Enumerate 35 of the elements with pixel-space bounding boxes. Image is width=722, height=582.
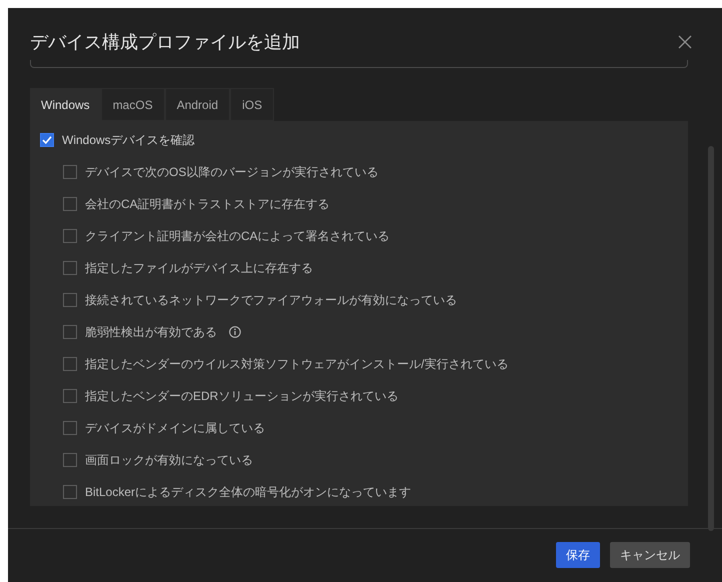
checkbox-label: 脆弱性検出が有効である: [85, 324, 217, 341]
checkbox-label: デバイスで次のOS以降のバージョンが実行されている: [85, 164, 378, 181]
checkbox-label: 画面ロックが有効になっている: [85, 452, 253, 469]
dialog-title: デバイス構成プロファイルを追加: [30, 30, 300, 54]
save-button[interactable]: 保存: [556, 542, 600, 568]
checkbox[interactable]: [63, 165, 77, 179]
input-field[interactable]: [30, 60, 688, 68]
checkbox[interactable]: [40, 133, 54, 147]
info-icon[interactable]: [229, 326, 241, 338]
checkbox-label: Windowsデバイスを確認: [62, 132, 195, 149]
tab[interactable]: macOS: [100, 88, 165, 121]
tab[interactable]: Android: [164, 88, 230, 121]
checkbox-label: 指定したベンダーのウイルス対策ソフトウェアがインストール/実行されている: [85, 356, 508, 373]
checkbox-label: 接続されているネットワークでファイアウォールが有効になっている: [85, 292, 457, 309]
scrollbar[interactable]: [708, 146, 714, 531]
checkbox-label: 会社のCA証明書がトラストストアに存在する: [85, 196, 330, 213]
checkbox-label: デバイスがドメインに属している: [85, 420, 265, 437]
checkbox-label: BitLockerによるディスク全体の暗号化がオンになっています: [85, 484, 412, 501]
checkbox[interactable]: [63, 229, 77, 243]
checkbox[interactable]: [63, 389, 77, 403]
checkbox[interactable]: [63, 197, 77, 211]
checkbox-label: 指定したファイルがデバイス上に存在する: [85, 260, 313, 277]
checkbox[interactable]: [63, 453, 77, 467]
checkbox-label: 指定したベンダーのEDRソリューションが実行されている: [85, 388, 398, 405]
cancel-button[interactable]: キャンセル: [610, 542, 690, 568]
checkbox-label: クライアント証明書が会社のCAによって署名されている: [85, 228, 390, 245]
checkbox[interactable]: [63, 261, 77, 275]
tab[interactable]: iOS: [230, 88, 274, 121]
checkbox[interactable]: [63, 485, 77, 499]
checkbox[interactable]: [63, 421, 77, 435]
checkbox[interactable]: [63, 325, 77, 339]
checkbox[interactable]: [63, 293, 77, 307]
close-icon[interactable]: [678, 35, 692, 49]
tab[interactable]: Windows: [30, 88, 101, 121]
checkbox[interactable]: [63, 357, 77, 371]
